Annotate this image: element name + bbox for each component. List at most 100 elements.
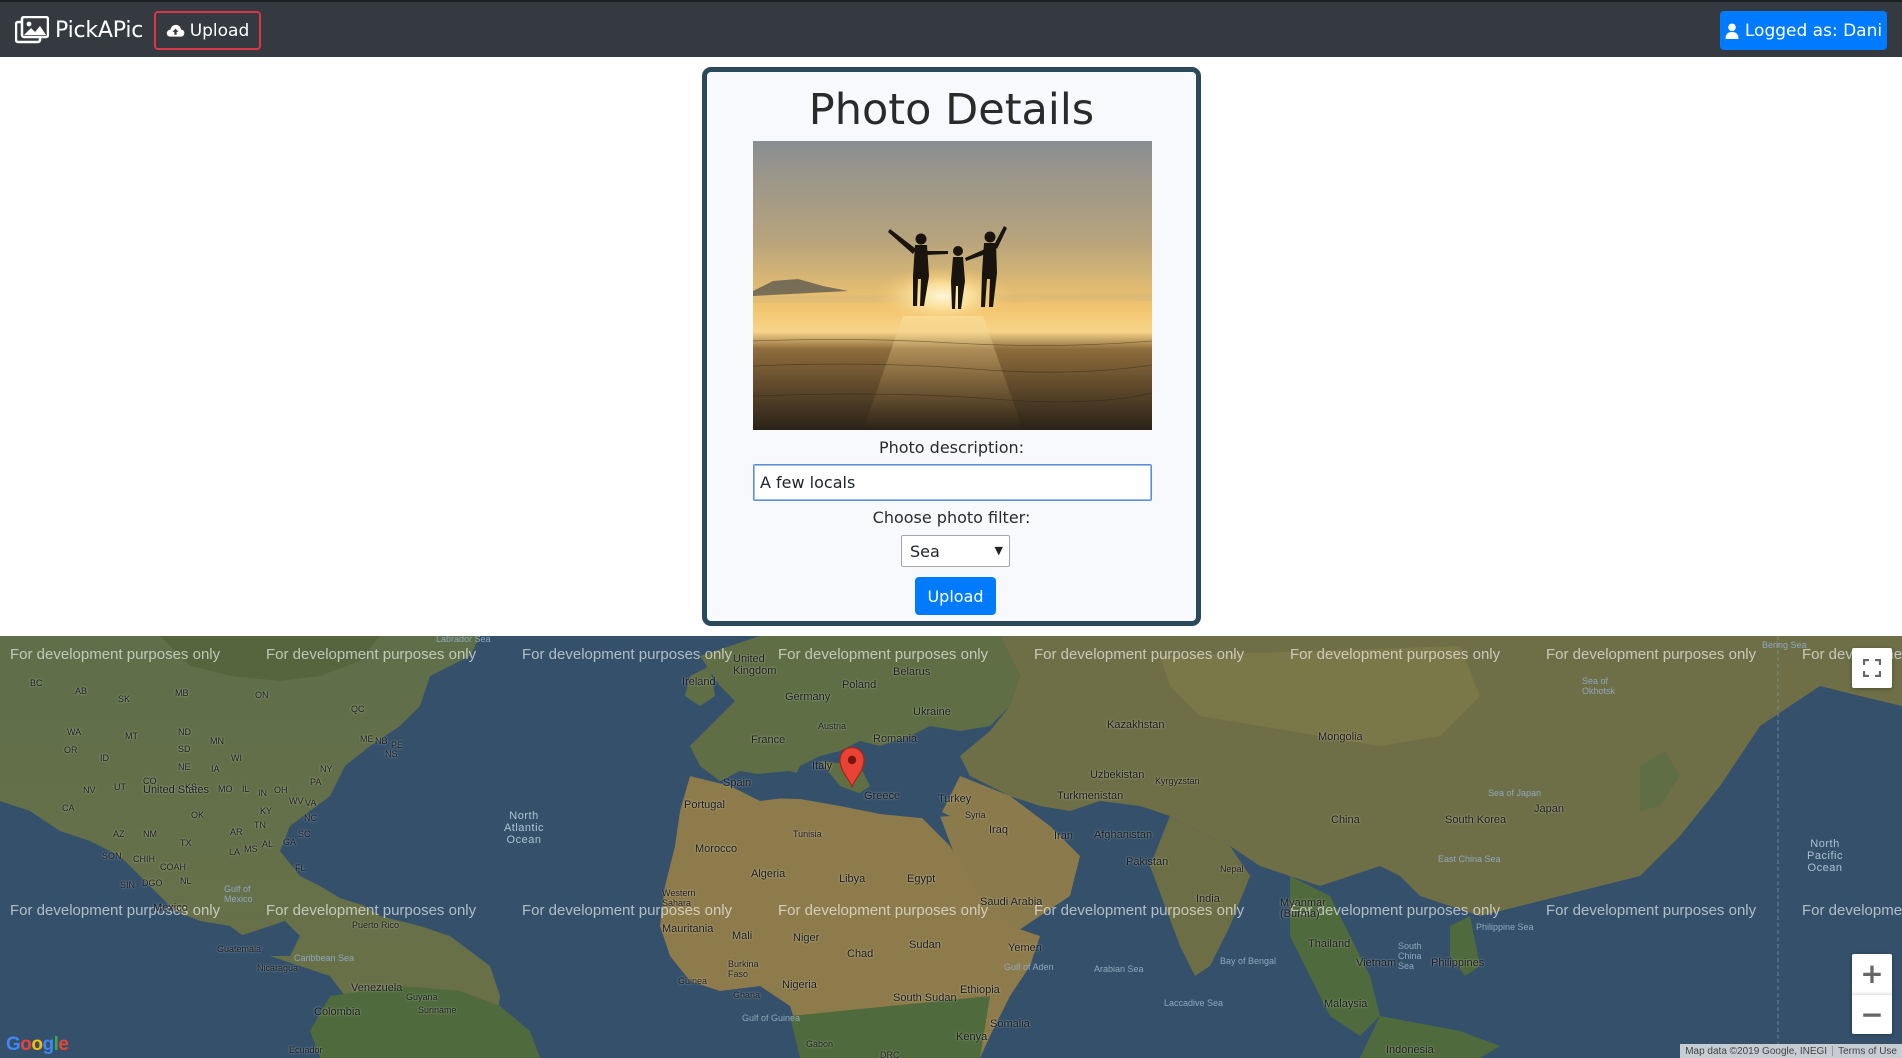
place-label: Mauritania	[662, 923, 714, 935]
place-label: Greece	[864, 790, 901, 802]
state-label: AB	[75, 686, 88, 696]
minus-icon: −	[1860, 997, 1884, 1031]
sea-label: Laccadive Sea	[1164, 998, 1224, 1008]
state-label: MT	[125, 731, 138, 741]
description-label: Photo description:	[878, 438, 1025, 457]
state-label: COAH	[160, 862, 187, 872]
state-label: PA	[310, 777, 322, 787]
images-icon	[15, 16, 49, 44]
state-label: ND	[178, 727, 191, 737]
place-label: Ukraine	[913, 706, 951, 718]
place-label: DRC	[880, 1050, 900, 1058]
place-label: India	[1196, 893, 1220, 905]
description-input[interactable]	[753, 464, 1152, 501]
dev-watermark: For development purposes only	[778, 646, 989, 663]
place-label: Burkina Faso	[728, 959, 759, 979]
place-label: Thailand	[1308, 938, 1351, 950]
state-label: WV	[289, 796, 304, 806]
place-label: Venezuela	[351, 982, 403, 994]
cloud-upload-icon	[166, 24, 185, 37]
place-label: Morocco	[695, 843, 738, 855]
state-label: IL	[242, 784, 250, 794]
state-label: IN	[258, 788, 267, 798]
state-label: OH	[274, 785, 288, 795]
place-label: Niger	[793, 932, 820, 944]
location-marker-icon[interactable]	[838, 746, 866, 788]
world-map[interactable]: For development purposes only For develo…	[0, 636, 1902, 1058]
place-label: Chad	[847, 948, 874, 960]
place-label: Nepal	[1220, 864, 1244, 874]
fullscreen-button[interactable]	[1852, 648, 1892, 688]
place-label: Mali	[732, 930, 753, 942]
place-label: Japan	[1534, 803, 1564, 815]
page-title: Photo Details	[808, 85, 1095, 135]
filter-select[interactable]: Sea ▼	[901, 535, 1010, 567]
sea-label: Gulf of Mexico	[224, 884, 253, 904]
sea-label: Arabian Sea	[1094, 964, 1144, 974]
state-label: SD	[178, 744, 191, 754]
state-label: ON	[255, 690, 269, 700]
place-label: Sudan	[909, 939, 941, 951]
state-label: NV	[83, 785, 96, 795]
dev-watermark: For development purposes only	[10, 646, 221, 663]
state-label: TN	[254, 820, 266, 830]
place-label: Guyana	[406, 992, 438, 1002]
state-label: MS	[244, 844, 258, 854]
dev-watermark: For development purposes only	[1546, 902, 1757, 919]
zoom-out-button[interactable]: −	[1852, 994, 1892, 1034]
place-label: Tunisia	[793, 829, 822, 839]
place-label: Myanmar (Burma)	[1280, 897, 1326, 920]
google-logo[interactable]: Google	[6, 1034, 69, 1056]
dev-watermark: For development purposes only	[266, 902, 477, 919]
sea-label: Gulf of Guinea	[742, 1013, 801, 1023]
place-label: Mongolia	[1318, 731, 1363, 743]
dropdown-arrow-icon: ▼	[994, 544, 1003, 557]
state-label: OK	[191, 810, 205, 820]
place-label: Egypt	[907, 873, 936, 885]
state-label: ME	[360, 734, 374, 744]
sea-label: Philippine Sea	[1476, 922, 1534, 932]
nav-upload-label: Upload	[189, 20, 250, 41]
brand-link[interactable]: PickAPic	[15, 13, 143, 47]
dev-watermark: For developme	[1802, 902, 1902, 919]
state-label: BC	[30, 678, 43, 688]
state-label: WA	[67, 727, 82, 737]
sea-label: Sea of Okhotsk	[1582, 676, 1616, 696]
place-label: Syria	[965, 810, 986, 820]
state-label: MN	[210, 736, 224, 746]
filter-label: Choose photo filter:	[872, 508, 1031, 527]
state-label: NM	[143, 829, 157, 839]
state-label: KY	[260, 806, 273, 816]
place-label: Puerto Rico	[352, 920, 400, 930]
place-label: Colombia	[314, 1006, 361, 1018]
place-label: Belarus	[893, 666, 931, 678]
user-account-button[interactable]: Logged as: Dani	[1720, 11, 1887, 50]
place-label: Austria	[818, 721, 847, 731]
place-label: Malaysia	[1324, 998, 1368, 1010]
place-label: Ireland	[682, 676, 716, 688]
place-label: Pakistan	[1126, 856, 1169, 868]
sea-label: East China Sea	[1438, 854, 1501, 864]
terms-of-use-link[interactable]: Terms of Use	[1833, 1046, 1902, 1057]
place-label: Portugal	[684, 799, 725, 811]
photo-preview-image	[753, 141, 1152, 430]
sea-label: Caribbean Sea	[294, 953, 355, 963]
state-label: SC	[298, 829, 311, 839]
upload-button[interactable]: Upload	[915, 577, 996, 615]
nav-upload-button[interactable]: Upload	[154, 11, 261, 50]
state-label: QC	[351, 704, 365, 714]
place-label: Nicaragua	[257, 963, 299, 973]
place-label: Algeria	[751, 868, 786, 880]
place-label: Western Sahara	[662, 888, 696, 908]
place-label: Italy	[812, 760, 833, 772]
state-label: NY	[320, 764, 333, 774]
dev-watermark: For development purposes only	[1290, 646, 1501, 663]
state-label: SON	[102, 851, 122, 861]
photo-details-card: Photo Details Photo description: A few l…	[702, 67, 1201, 626]
place-label: Romania	[873, 733, 918, 745]
sea-label: Gulf of Aden	[1004, 962, 1054, 972]
zoom-in-button[interactable]: +	[1852, 954, 1892, 994]
state-label: FL	[295, 863, 306, 873]
place-label: Kenya	[956, 1031, 988, 1043]
place-label: Kyrgyzstan	[1155, 776, 1200, 786]
